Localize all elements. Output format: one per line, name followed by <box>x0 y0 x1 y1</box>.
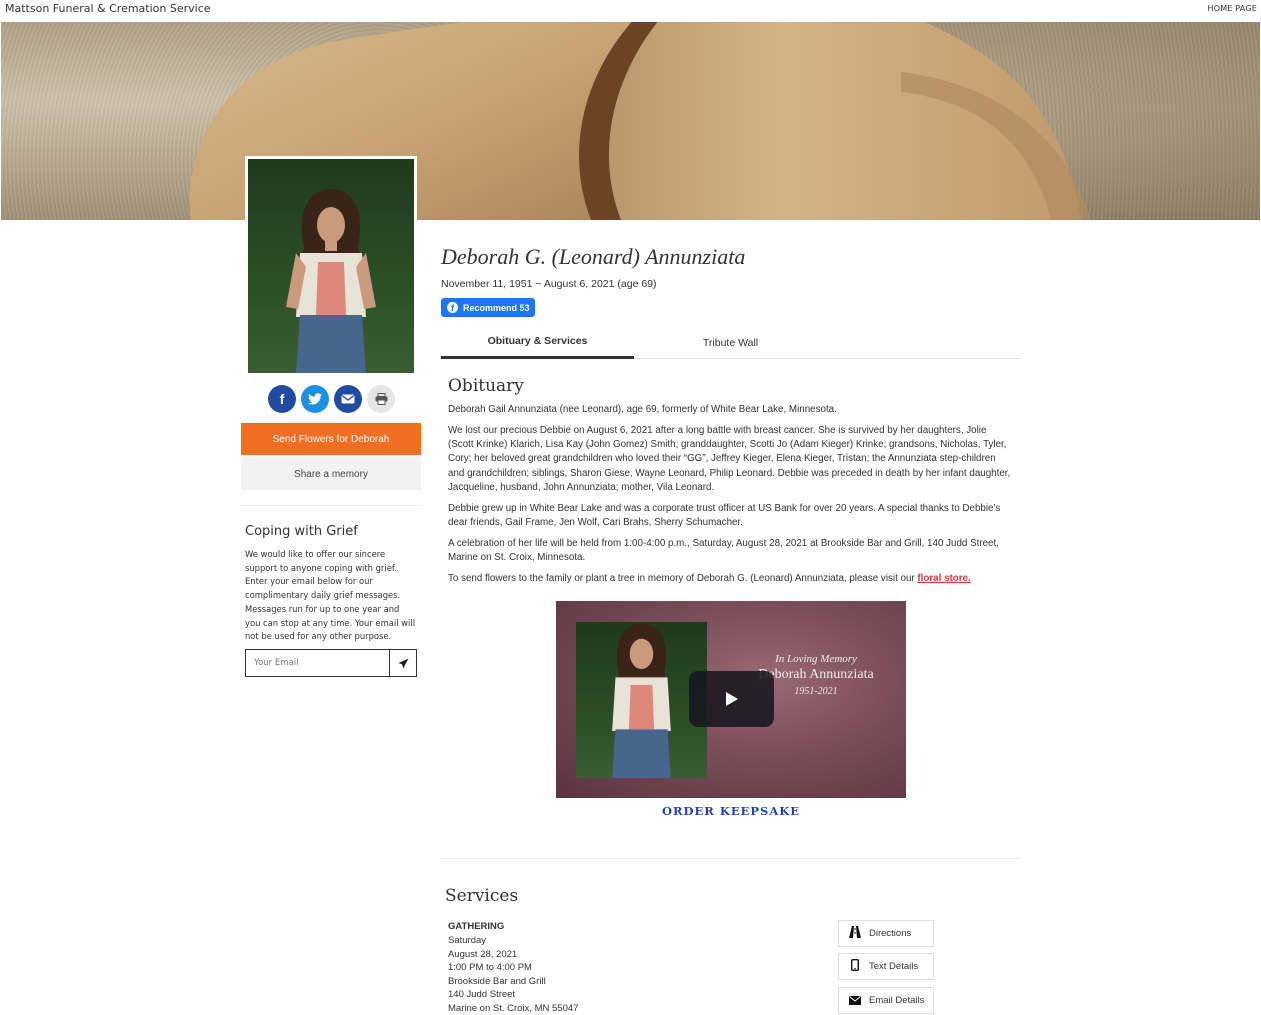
paper-plane-icon <box>398 658 408 668</box>
obituary-heading: Obituary <box>448 376 524 396</box>
twitter-icon[interactable] <box>301 385 329 413</box>
service-venue: Brookside Bar and Grill <box>448 975 546 987</box>
site-name[interactable]: Mattson Funeral & Cremation Service <box>5 2 211 15</box>
grief-email-form <box>245 649 417 677</box>
service-type: GATHERING <box>448 921 505 932</box>
share-memory-button[interactable]: Share a memory <box>241 458 421 490</box>
deceased-name: Deborah G. (Leonard) Annunziata <box>441 244 746 269</box>
home-page-link[interactable]: HOME PAGE <box>1207 4 1257 13</box>
grief-email-input[interactable] <box>246 650 389 676</box>
play-icon <box>725 692 738 706</box>
service-street: 140 Judd Street <box>448 989 516 1000</box>
portrait-photo <box>248 159 414 373</box>
grief-title: Coping with Grief <box>245 524 358 539</box>
text-details-label: Text Details <box>869 961 919 972</box>
facebook-recommend-button[interactable]: f Recommend 53 <box>441 298 535 317</box>
obituary-paragraph: We lost our precious Debbie on August 6,… <box>448 424 1011 494</box>
flowers-sentence: To send flowers to the family or plant a… <box>448 573 918 585</box>
tab-obituary-services[interactable]: Obituary & Services <box>441 326 634 359</box>
services-divider <box>441 858 1020 859</box>
tab-tribute-wall[interactable]: Tribute Wall <box>634 326 827 359</box>
video-portrait <box>576 622 707 778</box>
service-time: 1:00 PM to 4:00 PM <box>448 962 532 973</box>
hero-banner-image <box>1 22 1260 220</box>
envelope-icon <box>849 994 861 1008</box>
obituary-paragraph: A celebration of her life will be held f… <box>448 538 999 564</box>
print-icon[interactable] <box>367 385 395 413</box>
play-button[interactable] <box>689 671 774 727</box>
obituary-paragraph: Deborah Gail Annunziata (nee Leonard), a… <box>448 404 837 415</box>
facebook-icon[interactable]: f <box>268 385 296 413</box>
email-icon[interactable] <box>334 385 362 413</box>
sidebar-divider <box>241 505 421 506</box>
content-tabs: Obituary & Services Tribute Wall <box>441 326 1020 359</box>
video-caption-line: In Loving Memory <box>775 653 857 665</box>
service-day: Saturday <box>448 935 487 946</box>
service-city: Marine on St. Croix, MN 55047 <box>448 1002 579 1014</box>
obituary-text: Deborah Gail Annunziata (nee Leonard), a… <box>448 403 1013 593</box>
send-flowers-button[interactable]: Send Flowers for Deborah <box>241 423 421 455</box>
service-date: August 28, 2021 <box>448 948 518 960</box>
share-icons: f <box>268 385 395 413</box>
facebook-icon: f <box>447 302 458 313</box>
send-email-button[interactable] <box>389 650 416 676</box>
directions-label: Directions <box>869 928 912 939</box>
life-dates: November 11, 1951 ~ August 6, 2021 (age … <box>441 278 657 290</box>
order-keepsake-link[interactable]: ORDER KEEPSAKE <box>556 804 906 818</box>
obituary-paragraph: To send flowers to the family or plant a… <box>448 572 1013 586</box>
obituary-paragraph: Debbie grew up in White Bear Lake and wa… <box>448 502 1001 529</box>
floral-store-link[interactable]: floral store. <box>917 573 970 584</box>
mobile-phone-icon <box>849 958 861 974</box>
services-heading: Services <box>445 886 519 906</box>
directions-button[interactable]: Directions <box>838 920 934 947</box>
road-icon <box>849 926 861 941</box>
email-details-label: Email Details <box>869 995 925 1006</box>
memorial-video[interactable]: In Loving Memory Deborah Annunziata 1951… <box>556 601 906 798</box>
grief-description: We would like to offer our sincere suppo… <box>245 549 416 642</box>
portrait-photo-frame <box>245 156 417 376</box>
top-bar: Mattson Funeral & Cremation Service HOME… <box>0 0 1261 22</box>
recommend-label: Recommend 53 <box>463 302 530 313</box>
text-details-button[interactable]: Text Details <box>838 953 934 980</box>
service-details: Saturday August 28, 2021 1:00 PM to 4:00… <box>448 934 578 1015</box>
email-details-button[interactable]: Email Details <box>838 987 934 1014</box>
